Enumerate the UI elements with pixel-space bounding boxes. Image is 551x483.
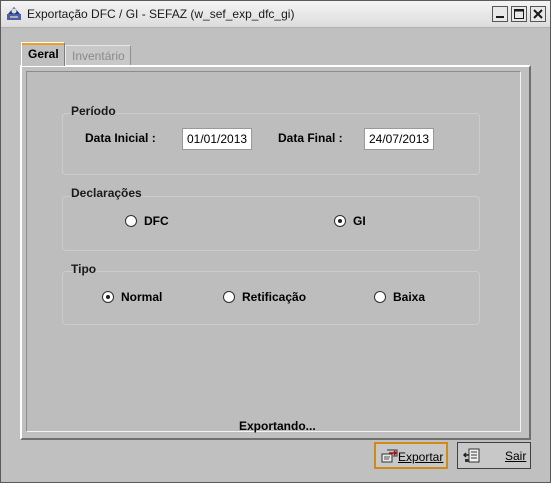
close-icon xyxy=(533,9,543,19)
tab-inventario[interactable]: Inventário xyxy=(65,45,131,67)
radio-normal[interactable] xyxy=(102,291,114,303)
data-inicial-label: Data Inicial : xyxy=(85,131,156,145)
radio-dfc-label[interactable]: DFC xyxy=(144,214,169,228)
maximize-icon xyxy=(514,9,524,19)
exit-icon xyxy=(463,448,481,466)
status-text: Exportando... xyxy=(239,419,316,433)
sair-button[interactable]: Sair xyxy=(457,442,531,469)
sair-label: Sair xyxy=(505,449,527,463)
tab-panel-geral: Período Data Inicial : Data Final : Decl… xyxy=(20,65,531,440)
tab-geral[interactable]: Geral xyxy=(21,42,65,66)
data-final-label: Data Final : xyxy=(278,131,343,145)
export-icon xyxy=(381,449,399,466)
data-inicial-field[interactable] xyxy=(182,128,252,150)
minimize-button[interactable] xyxy=(492,6,508,22)
client-area: Geral Inventário Período Data Inicial : … xyxy=(1,28,550,482)
radio-gi-label[interactable]: GI xyxy=(353,214,366,228)
tab-geral-label: Geral xyxy=(28,47,59,61)
exportar-label: Exportar xyxy=(398,450,444,464)
title-bar[interactable]: Exportação DFC / GI - SEFAZ (w_sef_exp_d… xyxy=(1,1,550,28)
radio-baixa-label[interactable]: Baixa xyxy=(393,290,425,304)
app-window: Exportação DFC / GI - SEFAZ (w_sef_exp_d… xyxy=(0,0,551,483)
group-declaracoes-label: Declarações xyxy=(71,186,142,200)
tab-inventario-label: Inventário xyxy=(72,49,125,63)
minimize-icon xyxy=(496,16,504,18)
radio-dfc[interactable] xyxy=(125,215,137,227)
radio-normal-label[interactable]: Normal xyxy=(121,290,162,304)
close-button[interactable] xyxy=(530,6,546,22)
radio-retificacao[interactable] xyxy=(223,291,235,303)
tab-focus-indicator xyxy=(22,43,64,45)
data-final-field[interactable] xyxy=(364,128,434,150)
app-icon[interactable] xyxy=(6,5,22,21)
group-tipo-label: Tipo xyxy=(71,262,97,276)
radio-baixa[interactable] xyxy=(374,291,386,303)
exportar-button[interactable]: Exportar xyxy=(374,442,448,469)
maximize-button[interactable] xyxy=(511,6,527,22)
panel-inner: Período Data Inicial : Data Final : Decl… xyxy=(26,71,521,432)
radio-retificacao-label[interactable]: Retificação xyxy=(242,290,306,304)
window-title: Exportação DFC / GI - SEFAZ (w_sef_exp_d… xyxy=(27,7,295,21)
group-periodo-label: Período xyxy=(71,104,116,118)
radio-gi[interactable] xyxy=(334,215,346,227)
